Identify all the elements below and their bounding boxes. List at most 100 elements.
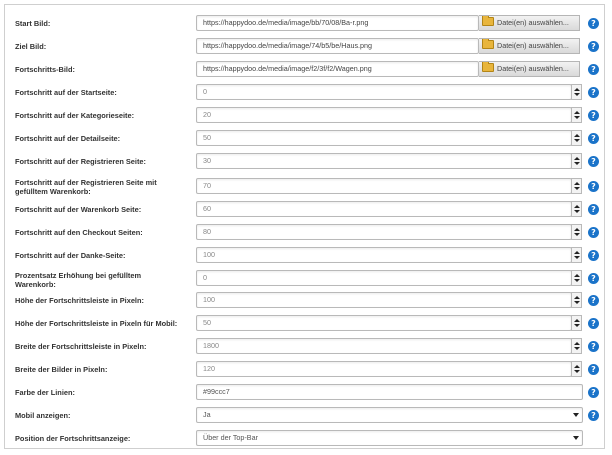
progress-position-select[interactable]: Über der Top-Bar bbox=[196, 430, 583, 446]
bar-height-mobile-input[interactable]: 50 bbox=[196, 315, 572, 331]
choose-file-button[interactable]: Datei(en) auswählen... bbox=[479, 61, 580, 77]
spinner-down-icon[interactable] bbox=[573, 116, 580, 122]
detail-page-progress-input[interactable]: 50 bbox=[196, 130, 572, 146]
choose-file-button[interactable]: Datei(en) auswählen... bbox=[479, 15, 580, 31]
help-icon[interactable]: ? bbox=[588, 227, 599, 238]
field-label: Fortschritts-Bild: bbox=[15, 65, 75, 74]
spinner-up-icon[interactable] bbox=[573, 155, 580, 161]
spinner-up-icon[interactable] bbox=[573, 340, 580, 346]
spinner-up-icon[interactable] bbox=[573, 86, 580, 92]
help-icon[interactable]: ? bbox=[588, 181, 599, 192]
spinner-up-icon[interactable] bbox=[573, 272, 580, 278]
spinner-up-icon[interactable] bbox=[573, 294, 580, 300]
chevron-down-icon[interactable] bbox=[571, 430, 582, 446]
spinner-down-icon[interactable] bbox=[573, 347, 580, 353]
field-label: Mobil anzeigen: bbox=[15, 411, 71, 420]
help-icon[interactable]: ? bbox=[588, 41, 599, 52]
folder-icon bbox=[482, 62, 494, 72]
filled-cart-increase-input[interactable]: 0 bbox=[196, 270, 572, 286]
field-label: Start Bild: bbox=[15, 19, 51, 28]
spinner-down-icon[interactable] bbox=[573, 370, 580, 376]
target-image-input[interactable]: https://happydoo.de/media/image/74/b5/be… bbox=[196, 38, 479, 54]
number-spinner[interactable] bbox=[571, 224, 582, 240]
spinner-up-icon[interactable] bbox=[573, 317, 580, 323]
number-spinner[interactable] bbox=[571, 107, 582, 123]
number-spinner[interactable] bbox=[571, 130, 582, 146]
number-spinner[interactable] bbox=[571, 270, 582, 286]
spinner-up-icon[interactable] bbox=[573, 109, 580, 115]
number-spinner[interactable] bbox=[571, 338, 582, 354]
number-spinner[interactable] bbox=[571, 292, 582, 308]
field-label: Höhe der Fortschrittsleiste in Pixeln fü… bbox=[15, 319, 178, 328]
help-icon[interactable]: ? bbox=[588, 295, 599, 306]
line-color-input[interactable]: #99ccc7 bbox=[196, 384, 583, 400]
spinner-down-icon[interactable] bbox=[573, 256, 580, 262]
field-label: Prozentsatz Erhöhung bei gefülltem Waren… bbox=[15, 271, 142, 289]
help-icon[interactable]: ? bbox=[588, 410, 599, 421]
field-label: Fortschritt auf den Checkout Seiten: bbox=[15, 228, 143, 237]
field-label: Position der Fortschrittsanzeige: bbox=[15, 434, 131, 443]
field-label: Fortschritt auf der Danke-Seite: bbox=[15, 251, 126, 260]
field-label: Fortschritt auf der Registrieren Seite m… bbox=[15, 178, 157, 196]
help-icon[interactable]: ? bbox=[588, 18, 599, 29]
field-label: Fortschritt auf der Warenkorb Seite: bbox=[15, 205, 142, 214]
spinner-up-icon[interactable] bbox=[573, 132, 580, 138]
start-page-progress-input[interactable]: 0 bbox=[196, 84, 572, 100]
bar-width-input[interactable]: 1800 bbox=[196, 338, 572, 354]
spinner-down-icon[interactable] bbox=[573, 279, 580, 285]
checkout-progress-input[interactable]: 80 bbox=[196, 224, 572, 240]
number-spinner[interactable] bbox=[571, 84, 582, 100]
help-icon[interactable]: ? bbox=[588, 110, 599, 121]
spinner-up-icon[interactable] bbox=[573, 249, 580, 255]
help-icon[interactable]: ? bbox=[588, 387, 599, 398]
number-spinner[interactable] bbox=[571, 361, 582, 377]
field-label: Breite der Fortschrittsleiste in Pixeln: bbox=[15, 342, 147, 351]
number-spinner[interactable] bbox=[571, 201, 582, 217]
spinner-down-icon[interactable] bbox=[573, 210, 580, 216]
choose-file-button[interactable]: Datei(en) auswählen... bbox=[479, 38, 580, 54]
spinner-down-icon[interactable] bbox=[573, 162, 580, 168]
spinner-up-icon[interactable] bbox=[573, 180, 580, 186]
progress-image-input[interactable]: https://happydoo.de/media/image/f2/3f/f2… bbox=[196, 61, 479, 77]
start-image-input[interactable]: https://happydoo.de/media/image/bb/70/08… bbox=[196, 15, 479, 31]
help-icon[interactable]: ? bbox=[588, 250, 599, 261]
spinner-up-icon[interactable] bbox=[573, 203, 580, 209]
thanks-page-progress-input[interactable]: 100 bbox=[196, 247, 572, 263]
help-icon[interactable]: ? bbox=[588, 204, 599, 215]
number-spinner[interactable] bbox=[571, 178, 582, 194]
spinner-down-icon[interactable] bbox=[573, 233, 580, 239]
field-label: Fortschritt auf der Detailseite: bbox=[15, 134, 121, 143]
register-page-progress-input[interactable]: 30 bbox=[196, 153, 572, 169]
bar-height-input[interactable]: 100 bbox=[196, 292, 572, 308]
register-filled-cart-progress-input[interactable]: 70 bbox=[196, 178, 572, 194]
spinner-down-icon[interactable] bbox=[573, 139, 580, 145]
field-label: Fortschritt auf der Registrieren Seite: bbox=[15, 157, 147, 166]
help-icon[interactable]: ? bbox=[588, 341, 599, 352]
cart-page-progress-input[interactable]: 60 bbox=[196, 201, 572, 217]
spinner-down-icon[interactable] bbox=[573, 301, 580, 307]
spinner-down-icon[interactable] bbox=[573, 324, 580, 330]
chevron-down-icon[interactable] bbox=[571, 407, 582, 423]
folder-icon bbox=[482, 39, 494, 49]
category-page-progress-input[interactable]: 20 bbox=[196, 107, 572, 123]
spinner-up-icon[interactable] bbox=[573, 363, 580, 369]
field-label: Fortschritt auf der Kategorieseite: bbox=[15, 111, 135, 120]
image-width-input[interactable]: 120 bbox=[196, 361, 572, 377]
folder-icon bbox=[482, 16, 494, 26]
spinner-up-icon[interactable] bbox=[573, 226, 580, 232]
help-icon[interactable]: ? bbox=[588, 87, 599, 98]
help-icon[interactable]: ? bbox=[588, 156, 599, 167]
number-spinner[interactable] bbox=[571, 247, 582, 263]
help-icon[interactable]: ? bbox=[588, 364, 599, 375]
spinner-down-icon[interactable] bbox=[573, 93, 580, 99]
field-label: Fortschritt auf der Startseite: bbox=[15, 88, 117, 97]
spinner-down-icon[interactable] bbox=[573, 187, 580, 193]
field-label: Farbe der Linien: bbox=[15, 388, 75, 397]
help-icon[interactable]: ? bbox=[588, 64, 599, 75]
mobile-display-select[interactable]: Ja bbox=[196, 407, 583, 423]
number-spinner[interactable] bbox=[571, 315, 582, 331]
help-icon[interactable]: ? bbox=[588, 318, 599, 329]
help-icon[interactable]: ? bbox=[588, 273, 599, 284]
help-icon[interactable]: ? bbox=[588, 133, 599, 144]
number-spinner[interactable] bbox=[571, 153, 582, 169]
